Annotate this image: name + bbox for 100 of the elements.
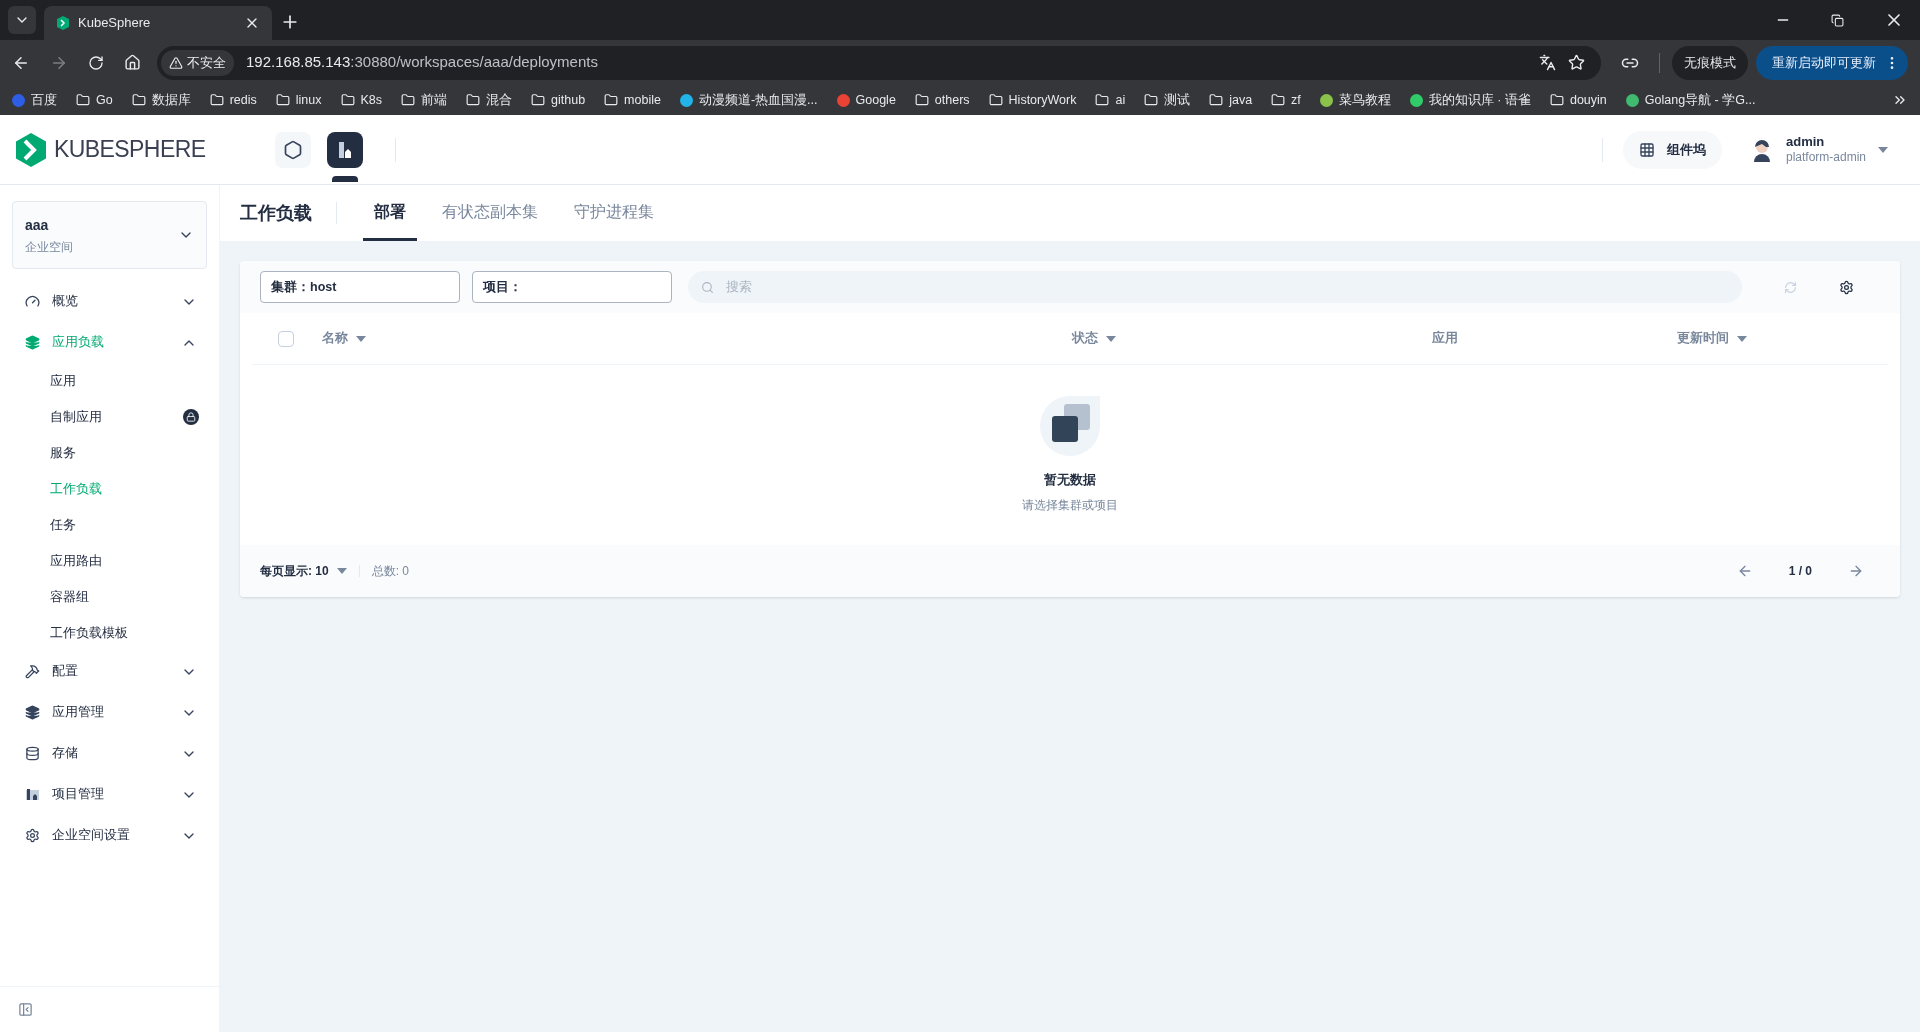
nav-item[interactable]: 概览 — [0, 281, 219, 322]
bookmark-item[interactable]: others — [914, 90, 970, 110]
incognito-button[interactable]: 无痕模式 — [1672, 45, 1748, 80]
nav-item[interactable]: 存储 — [0, 733, 219, 774]
bookmark-item[interactable]: redis — [209, 90, 257, 110]
folder-icon — [1095, 93, 1110, 107]
workspace-nav-button[interactable] — [327, 131, 364, 168]
tab[interactable]: 有状态副本集 — [431, 185, 549, 241]
bookmark-star-icon[interactable] — [1568, 54, 1585, 71]
logo-icon — [56, 16, 70, 30]
caret-icon — [1878, 146, 1888, 153]
total-count: 总数: 0 — [371, 563, 410, 580]
page-size-select[interactable]: 每页显示: 10 — [260, 562, 347, 580]
column-header: 应用 — [1432, 329, 1458, 348]
bookmark-item[interactable]: mobile — [604, 90, 661, 110]
page-indicator: 1 / 0 — [1788, 563, 1812, 580]
bookmark-item[interactable]: linux — [275, 90, 322, 110]
bookmark-item[interactable]: K8s — [340, 90, 383, 110]
page-title: 工作负载 — [240, 202, 337, 224]
cube-icon — [283, 139, 304, 160]
search-field[interactable]: 搜索 — [688, 271, 1742, 303]
security-chip[interactable]: 不安全 — [161, 49, 234, 76]
bookmark-item[interactable]: 菜鸟教程 — [1319, 90, 1391, 110]
nav-subitem[interactable]: 容器组 — [0, 579, 219, 615]
lock-icon — [183, 409, 199, 425]
bookmark-item[interactable]: 混合 — [466, 90, 513, 110]
bookmark-item[interactable]: Go — [76, 90, 113, 110]
empty-box-icon — [1040, 396, 1100, 457]
bookmark-item[interactable]: 百度 — [12, 90, 57, 110]
workspace-type: 企业空间 — [25, 238, 74, 256]
nav-subitem[interactable]: 自制应用 — [0, 399, 219, 435]
nav-subitem[interactable]: 应用路由 — [0, 543, 219, 579]
nav-subitem[interactable]: 应用 — [0, 363, 219, 399]
nav-subitem[interactable]: 任务 — [0, 507, 219, 543]
kubesphere-logo: KUBESPHERE — [16, 132, 206, 167]
browser-tab[interactable]: KubeSphere — [44, 6, 272, 40]
reload-icon[interactable] — [88, 54, 104, 71]
bookmark-item[interactable]: 测试 — [1144, 90, 1191, 110]
column-header[interactable]: 更新时间 — [1677, 329, 1747, 348]
bookmark-item[interactable]: zf — [1271, 90, 1301, 110]
warning-icon — [169, 55, 183, 70]
nav-item[interactable]: 项目管理 — [0, 774, 219, 815]
bookmark-item[interactable]: HistoryWork — [988, 90, 1077, 110]
workspace-selector[interactable]: aaa 企业空间 — [12, 201, 207, 269]
database-icon — [25, 746, 40, 761]
folder-icon — [1549, 93, 1564, 107]
workspace-name: aaa — [25, 215, 50, 235]
nav-item[interactable]: 配置 — [0, 651, 219, 692]
layers-icon — [25, 335, 40, 350]
address-bar[interactable]: 不安全 192.168.85.143:30880/workspaces/aaa/deployments — [157, 45, 1601, 80]
folder-icon — [275, 93, 290, 107]
url-text: 192.168.85.143:30880/workspaces/aaa/deployments — [246, 52, 598, 73]
folder-icon — [914, 93, 929, 107]
bookmark-item[interactable]: Google — [836, 90, 896, 110]
bookmark-item[interactable]: Golang导航 - 学G... — [1625, 90, 1756, 110]
platform-nav-button[interactable] — [275, 131, 312, 168]
bookmark-item[interactable]: 我的知识库 · 语雀 — [1409, 90, 1531, 110]
folder-icon — [209, 93, 224, 107]
user-role: platform-admin — [1785, 150, 1866, 166]
column-header[interactable]: 状态 — [1072, 329, 1116, 348]
caret-icon — [356, 335, 366, 342]
gear-icon — [25, 828, 40, 843]
update-button[interactable]: 重新启动即可更新 — [1756, 45, 1908, 80]
translate-icon[interactable] — [1539, 54, 1556, 71]
layers-icon — [25, 705, 40, 720]
restore-icon[interactable] — [1831, 14, 1844, 27]
folder-icon — [1144, 93, 1159, 107]
bookmark-item[interactable]: douyin — [1549, 90, 1607, 110]
caret-icon — [1737, 335, 1747, 342]
grid-icon — [1638, 141, 1655, 158]
nav-item[interactable]: 应用管理 — [0, 692, 219, 733]
gauge-icon — [25, 294, 40, 309]
tab[interactable]: 部署 — [363, 185, 417, 241]
nav-item[interactable]: 企业空间设置 — [0, 815, 219, 856]
tab[interactable]: 守护进程集 — [563, 185, 665, 241]
next-page-icon[interactable] — [1848, 563, 1864, 579]
toolbox-button[interactable]: 组件坞 — [1622, 130, 1722, 169]
bookmark-item[interactable]: 数据库 — [131, 90, 191, 110]
select-all-checkbox[interactable] — [278, 330, 294, 347]
tab-list-button[interactable] — [8, 6, 36, 34]
empty-hint: 请选择集群或项目 — [1022, 496, 1118, 514]
settings-icon[interactable] — [1839, 279, 1854, 295]
column-header[interactable]: 名称 — [322, 329, 366, 348]
bookmark-item[interactable]: 动漫频道-热血国漫... — [679, 90, 818, 110]
bookmark-item[interactable]: github — [531, 90, 586, 110]
nav-subitem[interactable]: 工作负载模板 — [0, 615, 219, 651]
cluster-filter[interactable]: 集群：host — [260, 271, 460, 303]
bookmark-item[interactable]: java — [1209, 90, 1253, 110]
empty-title: 暂无数据 — [1044, 471, 1096, 490]
nav-subitem[interactable]: 服务 — [0, 435, 219, 471]
folder-icon — [604, 93, 619, 107]
project-filter[interactable]: 项目： — [472, 271, 672, 303]
tab-title: KubeSphere — [78, 14, 152, 33]
folder-icon — [466, 93, 481, 107]
folder-icon — [76, 93, 90, 107]
caret-icon — [1106, 335, 1116, 342]
collapse-sidebar-icon[interactable] — [18, 1002, 33, 1017]
home-icon[interactable] — [124, 54, 141, 71]
bookmark-item[interactable]: 前端 — [401, 90, 448, 110]
bookmark-item[interactable]: ai — [1095, 90, 1126, 110]
